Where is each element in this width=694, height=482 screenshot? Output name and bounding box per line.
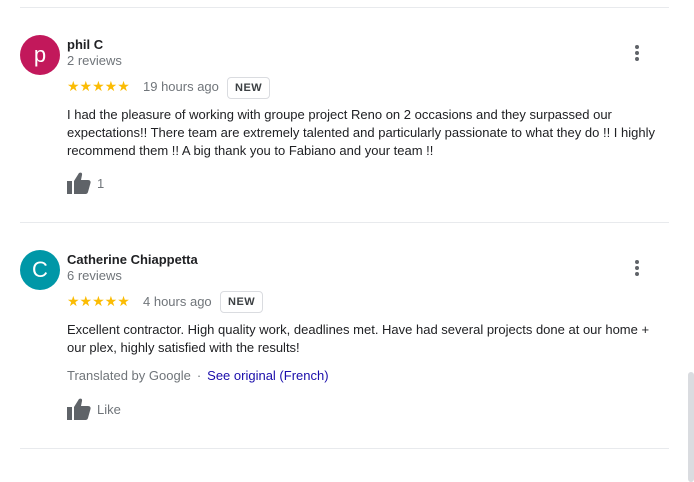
review-count: 2 reviews — [67, 53, 122, 68]
review-text: I had the pleasure of working with group… — [67, 107, 655, 158]
see-original-link[interactable]: See original (French) — [207, 368, 328, 383]
avatar[interactable]: p — [20, 35, 60, 75]
reviewer-name[interactable]: Catherine Chiappetta — [67, 252, 198, 267]
more-options-icon[interactable] — [632, 259, 642, 277]
thumbs-up-icon — [67, 172, 91, 194]
star-rating: ★★★★★ — [67, 78, 130, 94]
review-divider — [20, 222, 669, 223]
like-button[interactable]: 1 — [67, 172, 104, 194]
translation-note: Translated by Google · See original (Frenc… — [67, 368, 329, 383]
like-count: 1 — [97, 175, 105, 191]
separator-dot: · — [196, 368, 202, 383]
review-count: 6 reviews — [67, 268, 122, 283]
top-divider — [20, 7, 669, 8]
new-badge: NEW — [227, 77, 271, 99]
new-badge: NEW — [220, 291, 264, 313]
more-options-icon[interactable] — [632, 44, 642, 62]
star-rating: ★★★★★ — [67, 293, 130, 309]
avatar[interactable]: C — [20, 250, 60, 290]
thumbs-up-icon — [67, 398, 91, 420]
review-divider — [20, 448, 669, 449]
review-time: 4 hours ago — [143, 294, 212, 309]
review-text: Excellent contractor. High quality work,… — [67, 322, 650, 355]
like-button[interactable]: Like — [67, 398, 121, 420]
like-label: Like — [97, 401, 121, 417]
review-time: 19 hours ago — [143, 79, 219, 94]
translated-by-label: Translated by Google — [67, 368, 191, 383]
scrollbar[interactable] — [688, 372, 694, 482]
reviewer-name[interactable]: phil C — [67, 37, 103, 52]
